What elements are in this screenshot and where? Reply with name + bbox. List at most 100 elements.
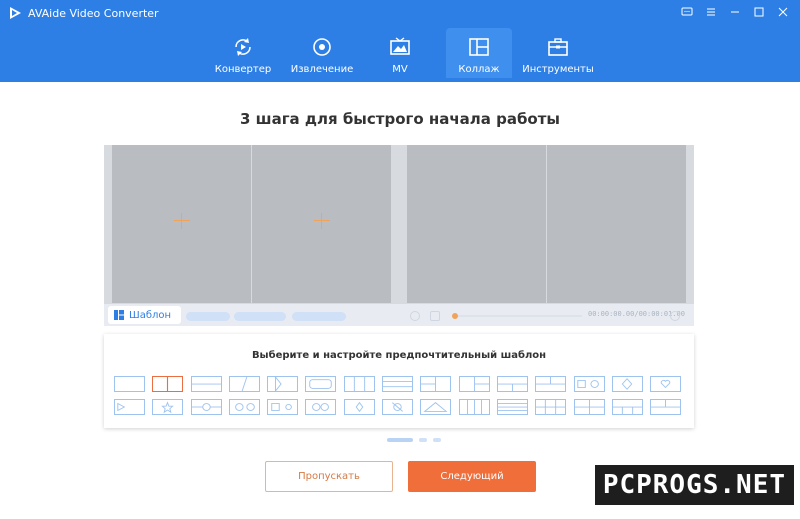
- template-preview-icon: [473, 377, 489, 391]
- template-preview-icon: [235, 403, 255, 411]
- template-option[interactable]: [458, 399, 490, 415]
- page-indicator: [387, 438, 441, 442]
- template-option[interactable]: [496, 376, 528, 392]
- template-option[interactable]: [152, 399, 184, 415]
- template-option[interactable]: [343, 376, 375, 392]
- tab-label: Коллаж: [458, 64, 500, 75]
- template-option[interactable]: [420, 399, 452, 415]
- page-dot[interactable]: [433, 438, 441, 442]
- template-preview-icon: [353, 377, 365, 391]
- maximize-icon: [754, 7, 764, 17]
- template-option[interactable]: [114, 376, 145, 392]
- template-preview-icon: [621, 378, 633, 390]
- tab-ripper[interactable]: Извлечение: [290, 28, 354, 78]
- tab-converter[interactable]: Конвертер: [212, 28, 274, 78]
- template-preview-icon: [167, 377, 169, 391]
- template-option[interactable]: [190, 399, 222, 415]
- tab-label: MV: [392, 64, 408, 75]
- next-button[interactable]: Следующий: [408, 461, 536, 492]
- template-option[interactable]: [496, 399, 528, 415]
- template-option[interactable]: [305, 376, 337, 392]
- template-preview-icon: [612, 406, 642, 414]
- template-option[interactable]: [228, 399, 260, 415]
- mv-icon: [390, 37, 410, 55]
- app-logo-icon: [10, 7, 21, 19]
- add-media-icon[interactable]: [174, 213, 190, 229]
- template-option[interactable]: [305, 399, 337, 415]
- app-title-bar: AVAide Video Converter: [8, 4, 159, 22]
- template-option[interactable]: [650, 399, 682, 415]
- close-button[interactable]: [772, 3, 794, 21]
- template-tab-label: Шаблон: [129, 309, 172, 321]
- template-option[interactable]: [458, 376, 490, 392]
- template-option[interactable]: [611, 376, 643, 392]
- template-preview-icon: [651, 400, 681, 408]
- template-option[interactable]: [190, 376, 222, 392]
- filter-tab[interactable]: [186, 312, 230, 321]
- ratio-tab[interactable]: [234, 312, 286, 321]
- page-dot[interactable]: [387, 438, 413, 442]
- template-preview-icon: [466, 400, 482, 414]
- template-option[interactable]: [382, 376, 414, 392]
- template-option[interactable]: [228, 376, 260, 392]
- template-option[interactable]: [573, 399, 605, 415]
- audio-tab[interactable]: [292, 312, 346, 321]
- volume-button[interactable]: [670, 311, 680, 321]
- template-option[interactable]: [267, 376, 299, 392]
- template-tab[interactable]: Шаблон: [108, 306, 182, 324]
- template-option[interactable]: [535, 376, 567, 392]
- template-option[interactable]: [420, 376, 452, 392]
- tab-mv[interactable]: MV: [376, 28, 424, 78]
- stop-button[interactable]: [430, 311, 440, 321]
- template-option-selected[interactable]: [152, 376, 184, 392]
- template-preview-icon: [574, 400, 604, 414]
- minimize-button[interactable]: [724, 3, 746, 21]
- feedback-button[interactable]: [676, 3, 698, 21]
- template-preview-icon: [576, 380, 599, 388]
- watermark: PCPROGS.NET: [594, 465, 794, 505]
- close-icon: [778, 7, 788, 17]
- collage-icon: [469, 38, 489, 56]
- template-option[interactable]: [650, 376, 682, 392]
- convert-icon: [235, 38, 251, 56]
- tab-label: Конвертер: [214, 64, 272, 75]
- template-preview-icon: [383, 380, 413, 388]
- collage-slot[interactable]: [112, 145, 251, 303]
- template-toolbar: Шаблон 00:00:00.00/00:00:01.00: [104, 304, 694, 326]
- template-preview-icon: [536, 377, 566, 385]
- maximize-button[interactable]: [748, 3, 770, 21]
- page-title: 3 шага для быстрого начала работы: [239, 110, 560, 128]
- template-option[interactable]: [114, 399, 145, 415]
- playback-handle[interactable]: [452, 313, 458, 319]
- template-option[interactable]: [343, 399, 375, 415]
- template-preview-icon: [271, 403, 293, 411]
- template-preview-icon: [241, 377, 248, 391]
- template-option[interactable]: [573, 376, 605, 392]
- template-option[interactable]: [267, 399, 299, 415]
- template-preview-icon: [497, 403, 527, 411]
- playback-progress[interactable]: [454, 315, 582, 317]
- template-preview-icon: [312, 403, 330, 411]
- menu-button[interactable]: [700, 3, 722, 21]
- template-option[interactable]: [382, 399, 414, 415]
- template-preview-icon: [117, 402, 126, 412]
- template-option[interactable]: [611, 399, 643, 415]
- template-preview-icon: [536, 400, 566, 414]
- template-preview-icon: [660, 379, 671, 389]
- collage-slot[interactable]: [252, 145, 391, 303]
- template-option[interactable]: [535, 399, 567, 415]
- tab-collage[interactable]: Коллаж: [446, 28, 512, 78]
- add-media-icon[interactable]: [314, 213, 330, 229]
- template-grid: [114, 376, 689, 415]
- main-tabs: Конвертер Извлечение MV Коллаж Инструмен…: [0, 28, 800, 78]
- tab-label: Извлечение: [290, 64, 354, 75]
- ripper-icon: [313, 38, 331, 56]
- skip-button[interactable]: Пропускать: [265, 461, 393, 492]
- tab-toolbox[interactable]: Инструменты: [522, 28, 594, 78]
- template-preview-icon: [497, 383, 527, 391]
- template-preview-icon: [309, 379, 333, 389]
- play-button[interactable]: [410, 311, 420, 321]
- page-dot[interactable]: [419, 438, 427, 442]
- preview-pane: [407, 145, 546, 303]
- toolbox-icon: [548, 38, 568, 56]
